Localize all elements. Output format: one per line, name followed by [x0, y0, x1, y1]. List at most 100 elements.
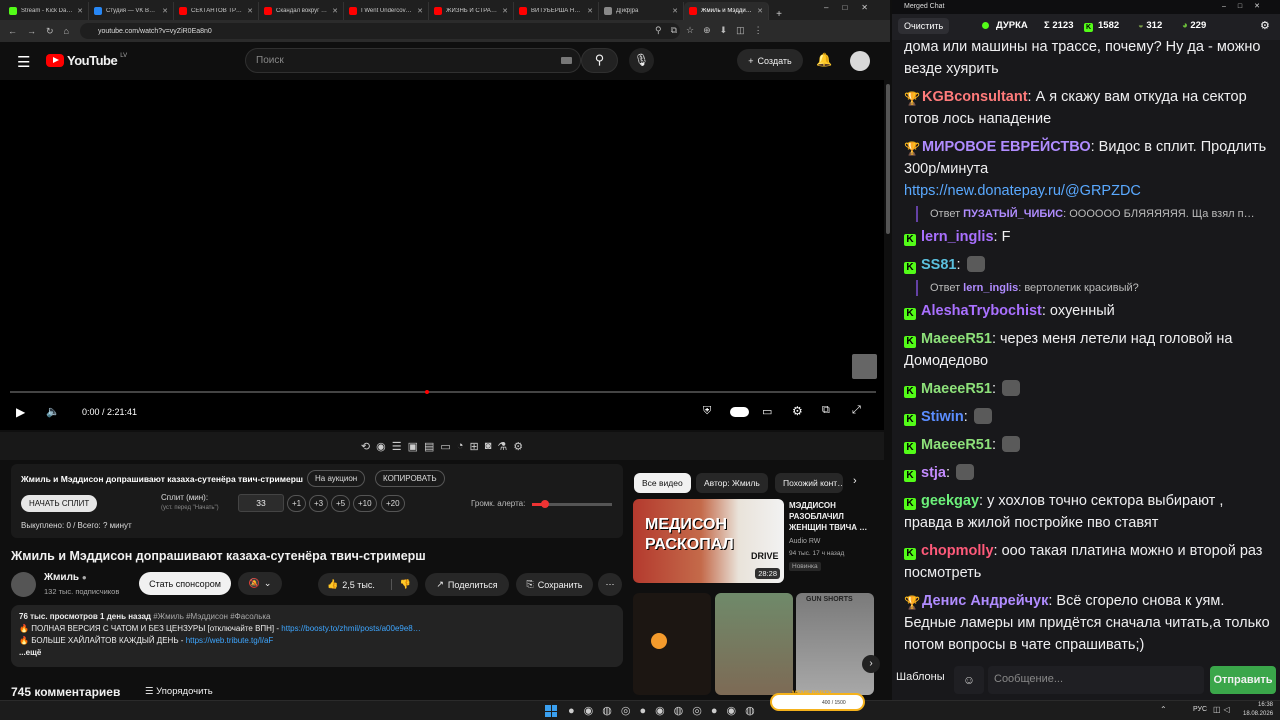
chat-nick[interactable]: Денис Андрейчук: [922, 593, 1048, 609]
start-icon[interactable]: [545, 705, 557, 717]
create-button[interactable]: + Создать: [737, 49, 803, 72]
chat-nick[interactable]: stja: [921, 465, 946, 481]
step-button[interactable]: +3: [309, 495, 329, 512]
channel-watermark[interactable]: [852, 354, 877, 379]
chat-nick[interactable]: lern_inglis: [921, 229, 994, 245]
boosty-link[interactable]: https://boosty.to/zhmil/posts/a00e9e8…: [281, 624, 420, 633]
share-button[interactable]: ↗ Поделиться: [425, 573, 509, 596]
like-count[interactable]: 2,5 тыс.: [342, 580, 375, 590]
like-icon[interactable]: 👍: [327, 579, 338, 590]
speed-icon[interactable]: ◔: [457, 440, 464, 452]
chat-nick[interactable]: MaeeeR51: [921, 331, 992, 347]
copy-button[interactable]: КОПИРОВАТЬ: [375, 470, 445, 487]
chat-nick[interactable]: SS81: [921, 257, 956, 273]
channel-avatar[interactable]: [11, 572, 36, 597]
auction-button[interactable]: На аукцион: [307, 470, 366, 487]
send-button[interactable]: Отправить: [1210, 666, 1276, 694]
chevron-right-icon[interactable]: ›: [862, 655, 880, 673]
chat-nick[interactable]: chopmolly: [921, 543, 994, 559]
channel-name[interactable]: Жмиль ●: [44, 572, 87, 583]
autoplay-toggle[interactable]: [730, 407, 749, 417]
sponsor-button[interactable]: Стать спонсором: [139, 572, 231, 595]
dislike-icon[interactable]: 👎: [390, 579, 411, 590]
sort-button[interactable]: ☰ Упорядочить: [145, 686, 213, 697]
step-button[interactable]: +20: [381, 495, 405, 512]
flask-icon[interactable]: ⚗: [497, 440, 507, 453]
templates-button[interactable]: Шаблоны: [896, 671, 945, 683]
browser-tab[interactable]: I Went Undercover… ✕: [344, 2, 429, 20]
chat-nick[interactable]: AleshaTrybochist: [921, 303, 1042, 319]
browser-tab[interactable]: Студия — VK Видео ✕: [89, 2, 174, 20]
close-icon[interactable]: ✕: [587, 7, 593, 15]
chip-author[interactable]: Автор: Жмиль: [696, 473, 768, 493]
video-player[interactable]: [0, 80, 884, 430]
chip-all-videos[interactable]: Все видео: [634, 473, 691, 493]
keyboard-icon[interactable]: [561, 57, 572, 64]
browser-tab-active[interactable]: Жмиль и Мэддисон… ✕: [684, 2, 769, 20]
chip-similar[interactable]: Похожий конт…: [775, 473, 843, 493]
clear-button[interactable]: Очистить: [898, 18, 950, 34]
progress-marker[interactable]: [425, 390, 429, 394]
youtube-logo[interactable]: YouTube LV: [46, 53, 127, 68]
home-icon[interactable]: ⌂: [64, 26, 69, 36]
browser-extension-icons[interactable]: ⚲⧉☆⊕⬇◫⋮: [655, 25, 772, 36]
reply-nick[interactable]: lern_inglis: [963, 282, 1018, 294]
search-button[interactable]: ⚲: [581, 48, 618, 73]
chat-nick[interactable]: KGBconsultant: [922, 89, 1028, 105]
audio-icon[interactable]: ◉: [376, 440, 386, 453]
slider-knob[interactable]: [540, 500, 549, 508]
short-thumbnail[interactable]: [715, 593, 793, 695]
page-scrollbar[interactable]: [886, 84, 890, 234]
step-button[interactable]: +10: [353, 495, 377, 512]
close-icon[interactable]: ✕: [77, 7, 83, 15]
short-thumbnail[interactable]: [633, 593, 711, 695]
add-icon[interactable]: ⊞: [469, 440, 478, 453]
subtitles-icon[interactable]: ▭: [762, 405, 772, 418]
playlist-icon[interactable]: ☰: [392, 440, 402, 453]
start-split-button[interactable]: НАЧАТЬ СПЛИТ: [21, 495, 98, 512]
browser-tab[interactable]: Д[иф]ра ✕: [599, 2, 684, 20]
description-box[interactable]: 76 тыс. просмотров 1 день назад #Жмиль #…: [11, 605, 623, 667]
close-icon[interactable]: ✕: [332, 7, 338, 15]
tray-icons[interactable]: ⌃: [1160, 705, 1167, 714]
browser-tab[interactable]: СЕКТАНТОВ ТРЯСУТ ✕: [174, 2, 259, 20]
window-controls[interactable]: –□✕: [1222, 2, 1272, 10]
tribute-link[interactable]: https://web.tribute.tg/l/aF: [186, 636, 274, 645]
miniplayer-icon[interactable]: ⧉: [822, 404, 830, 417]
message-input[interactable]: Сообщение...: [988, 666, 1204, 694]
gear-icon[interactable]: ⚙: [513, 440, 523, 453]
chat-nick[interactable]: MaeeeR51: [921, 437, 992, 453]
menu-icon[interactable]: ☰: [17, 53, 30, 71]
reply-nick[interactable]: ПУЗАТЫЙ_ЧИБИС: [963, 208, 1063, 220]
close-icon[interactable]: ✕: [672, 7, 678, 15]
save-button[interactable]: ⎘ Сохранить: [516, 573, 593, 596]
hashtags[interactable]: #Жмиль #Мэддисон #Фасолька: [153, 612, 270, 621]
browser-tab[interactable]: Скандал вокруг Сор…✕: [259, 2, 344, 20]
donate-link[interactable]: https://new.donatepay.ru/@GRPZDC: [904, 183, 1141, 199]
recommendation-thumbnail[interactable]: МЕДИСОН РАСКОПАЛ DRIVE 28:28: [633, 499, 784, 583]
back-icon[interactable]: ←: [8, 26, 17, 36]
emoji-icon[interactable]: ☺: [954, 666, 984, 694]
play-icon[interactable]: ▶: [16, 405, 25, 419]
window-controls[interactable]: –□✕: [824, 3, 882, 12]
chat-nick[interactable]: geekgay: [921, 493, 979, 509]
step-button[interactable]: +1: [287, 495, 307, 512]
pinned-app-icons[interactable]: ●◉◍◎●◉◍◎●◉◍: [568, 704, 764, 717]
recommendation-channel[interactable]: Audio RW: [789, 538, 820, 545]
clock[interactable]: 16:38 18.08.2026: [1243, 701, 1273, 719]
progress-bar[interactable]: [10, 391, 876, 393]
loop-icon[interactable]: ⟲: [361, 440, 370, 453]
chevron-right-icon[interactable]: ›: [853, 475, 857, 487]
bell-icon[interactable]: 🔔: [816, 52, 832, 68]
camera-icon[interactable]: ◙: [485, 440, 492, 452]
browser-tab[interactable]: ВИТУБЕРША НАПАЛ… ✕: [514, 2, 599, 20]
language-indicator[interactable]: РУС: [1193, 706, 1207, 713]
browser-tab[interactable]: ЖИЗНЬ И СТРАДАНИЯ ✕: [429, 2, 514, 20]
pip-icon[interactable]: ▭: [440, 440, 450, 453]
step-button[interactable]: +5: [331, 495, 351, 512]
settings-icon[interactable]: ⚙: [1260, 19, 1270, 32]
close-icon[interactable]: ✕: [162, 7, 168, 15]
sponsorblock-icon[interactable]: ⛨: [703, 405, 711, 418]
split-minutes-input[interactable]: 33: [238, 494, 284, 512]
close-icon[interactable]: ✕: [502, 7, 508, 15]
